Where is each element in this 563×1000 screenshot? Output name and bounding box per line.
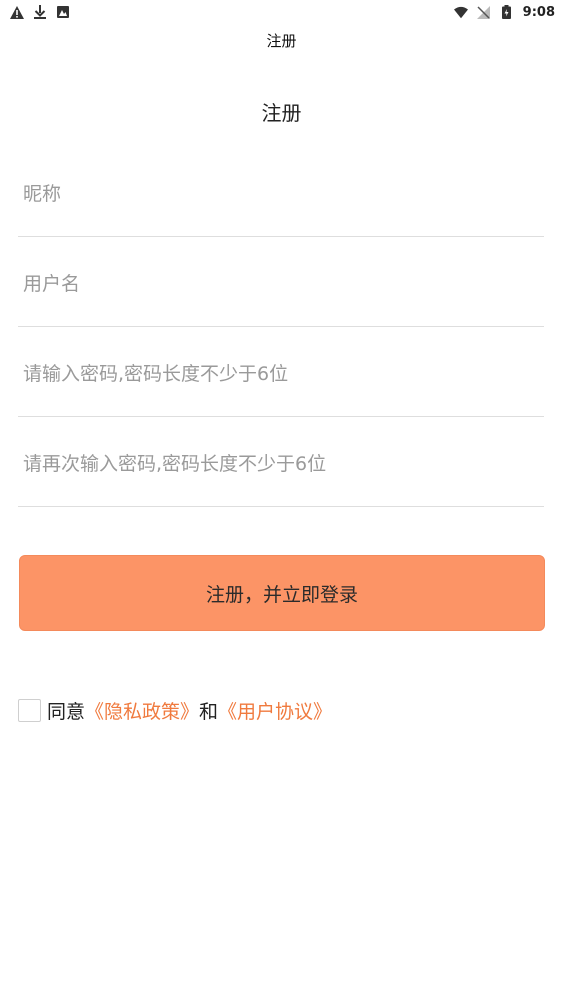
- password-input[interactable]: [18, 354, 544, 394]
- username-input[interactable]: [18, 264, 544, 304]
- register-login-button[interactable]: 注册，并立即登录: [19, 555, 545, 631]
- nickname-input[interactable]: [18, 174, 544, 214]
- wifi-icon: [453, 5, 468, 19]
- status-time: 9:08: [522, 4, 555, 20]
- confirm-password-field: [18, 417, 544, 507]
- status-bar: 9:08: [0, 0, 563, 24]
- page-title: 注册: [261, 101, 302, 125]
- image-icon: [56, 5, 70, 19]
- agree-checkbox[interactable]: [18, 698, 41, 722]
- nickname-field: [18, 147, 544, 237]
- no-signal-icon: [477, 5, 491, 19]
- status-left-icons: [10, 5, 70, 19]
- agree-conjunction: 和: [199, 700, 219, 723]
- username-field: [18, 237, 544, 327]
- user-agreement-link[interactable]: 《用户协议》: [218, 697, 332, 724]
- app-bar-title: 注册: [266, 32, 297, 50]
- status-right-icons: 9:08: [453, 4, 555, 20]
- password-field: [18, 327, 544, 417]
- battery-icon: [500, 5, 514, 19]
- download-icon: [33, 5, 47, 19]
- privacy-policy-link[interactable]: 《隐私政策》: [85, 697, 199, 724]
- agree-prefix: 同意: [47, 700, 86, 723]
- confirm-password-input[interactable]: [18, 444, 544, 484]
- agreement-row: 同意 《隐私政策》 和 《用户协议》: [18, 696, 332, 724]
- warning-icon: [10, 5, 24, 19]
